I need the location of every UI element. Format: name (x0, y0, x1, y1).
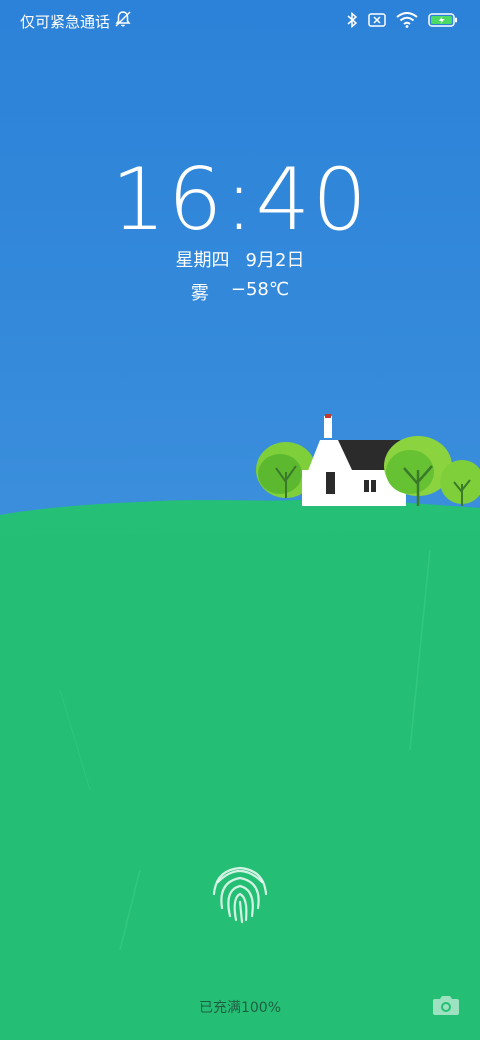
grass-background (0, 499, 480, 1040)
camera-icon[interactable] (432, 993, 460, 1017)
battery-charging-icon (428, 12, 458, 32)
date-row: 星期四 9月2日 (0, 246, 480, 272)
weather-temperature: −58℃ (230, 279, 290, 300)
weather-condition: 雾 (190, 283, 209, 304)
status-bar-left: 仅可紧急通话 (20, 10, 132, 32)
date-label: 9月2日 (245, 250, 305, 271)
carrier-text: 仅可紧急通话 (20, 12, 111, 31)
status-bar: 仅可紧急通话 (0, 0, 480, 40)
lock-screen: 仅可紧急通话 16:40 星期四 9月2日 雾 −58℃ 已充满100% (0, 0, 480, 1040)
house-illustration (256, 414, 480, 506)
bluetooth-icon (346, 11, 358, 33)
wifi-icon (396, 12, 418, 32)
clock-time: 16:40 (111, 150, 369, 250)
status-bar-right (346, 11, 458, 33)
fingerprint-icon[interactable] (204, 856, 276, 928)
notifications-muted-icon (114, 10, 132, 32)
no-sim-icon (368, 12, 386, 32)
weather-row: 雾 −58℃ (0, 279, 480, 305)
charging-status: 已充满100% (198, 1000, 282, 1016)
weekday-label: 星期四 (175, 250, 230, 271)
